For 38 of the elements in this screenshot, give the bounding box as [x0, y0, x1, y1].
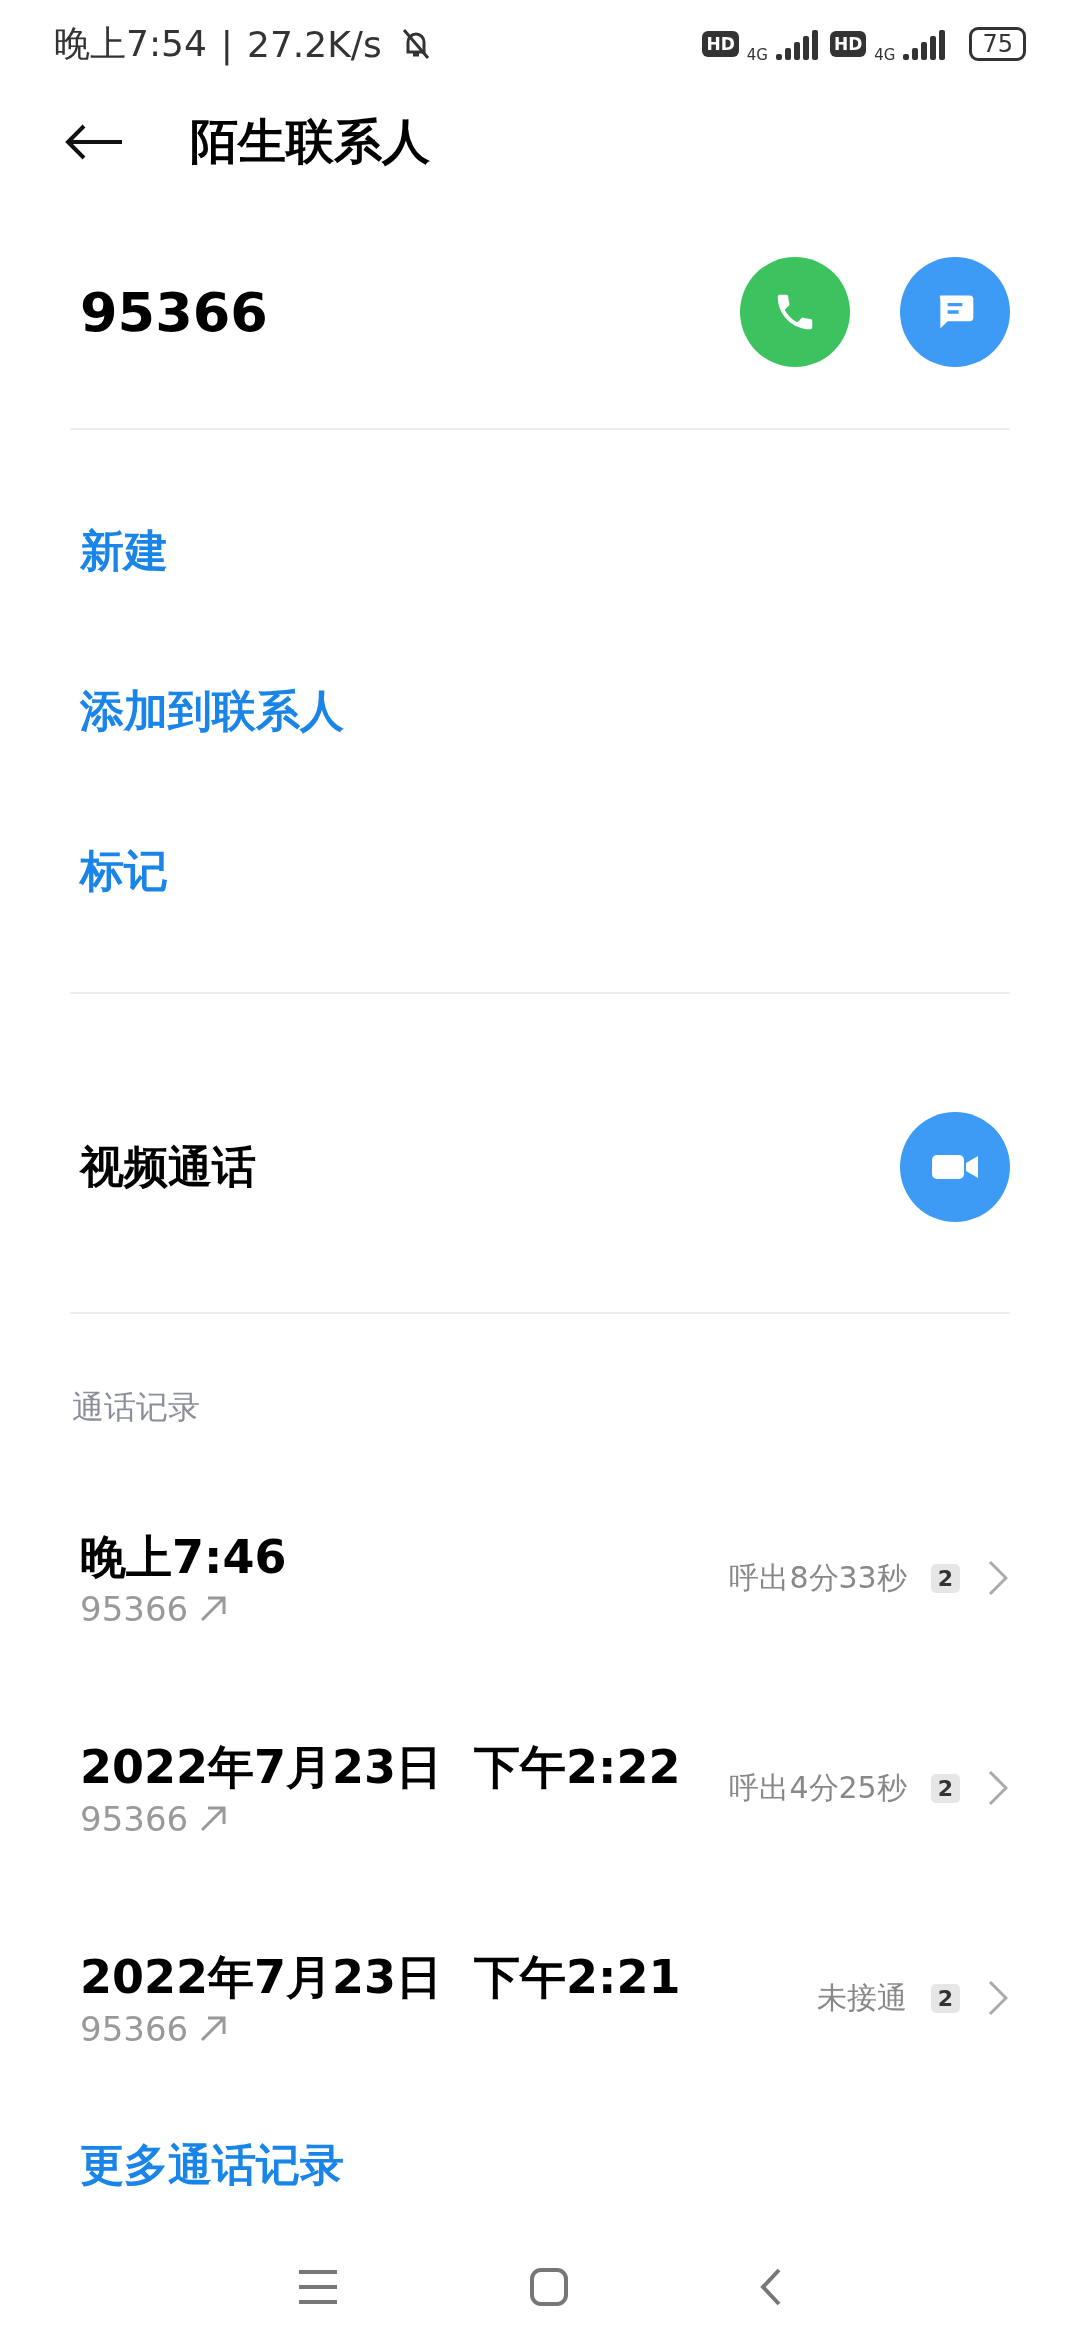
call-status: 未接通	[816, 1978, 907, 2017]
outgoing-arrow-icon	[198, 2014, 229, 2044]
clock: 晚上7:54	[54, 21, 207, 66]
chevron-right-icon[interactable]	[988, 1980, 1008, 2016]
battery: 75	[969, 27, 1026, 61]
separator: |	[220, 23, 233, 65]
call-number: 95366	[80, 2009, 189, 2049]
network-type: 4G	[746, 46, 768, 64]
outgoing-arrow-icon	[198, 1804, 229, 1834]
menu-icon[interactable]	[297, 2269, 339, 2305]
chevron-right-icon[interactable]	[988, 1560, 1008, 1596]
call-status: 呼出8分33秒	[729, 1558, 907, 1597]
chevron-right-icon[interactable]	[988, 1770, 1008, 1806]
page-title: 陌生联系人	[190, 112, 430, 171]
hd-badge: HD	[702, 31, 739, 57]
video-call-label: 视频通话	[80, 1139, 256, 1194]
home-icon[interactable]	[529, 2267, 569, 2307]
section-label: 通话记录	[72, 1388, 200, 1426]
sim-badge: 2	[930, 1773, 960, 1803]
sim-badge: 2	[930, 1563, 960, 1593]
call-time: 2022年7月23日 下午2:22	[80, 1739, 681, 1796]
more-call-log-link[interactable]: 更多通话记录	[80, 2136, 344, 2195]
call-status: 呼出4分25秒	[729, 1768, 907, 1807]
action-link[interactable]: 新建	[80, 521, 168, 581]
back-icon[interactable]	[759, 2267, 783, 2307]
call-number: 95366	[80, 1799, 189, 1839]
hd-badge: HD	[829, 31, 867, 57]
sim-badge: 2	[930, 1983, 960, 2013]
network-type: 4G	[874, 46, 896, 64]
call-time: 晚上7:46	[80, 1529, 287, 1586]
phone-number: 95366	[80, 280, 268, 344]
action-link[interactable]: 添加到联系人	[80, 681, 344, 741]
network-speed: 27.2K/s	[247, 23, 382, 65]
call-time: 2022年7月23日 下午2:21	[80, 1949, 681, 2006]
action-link[interactable]: 标记	[80, 841, 168, 901]
back-arrow-icon[interactable]	[64, 122, 124, 162]
outgoing-arrow-icon	[198, 1594, 229, 1624]
call-number: 95366	[80, 1589, 189, 1629]
